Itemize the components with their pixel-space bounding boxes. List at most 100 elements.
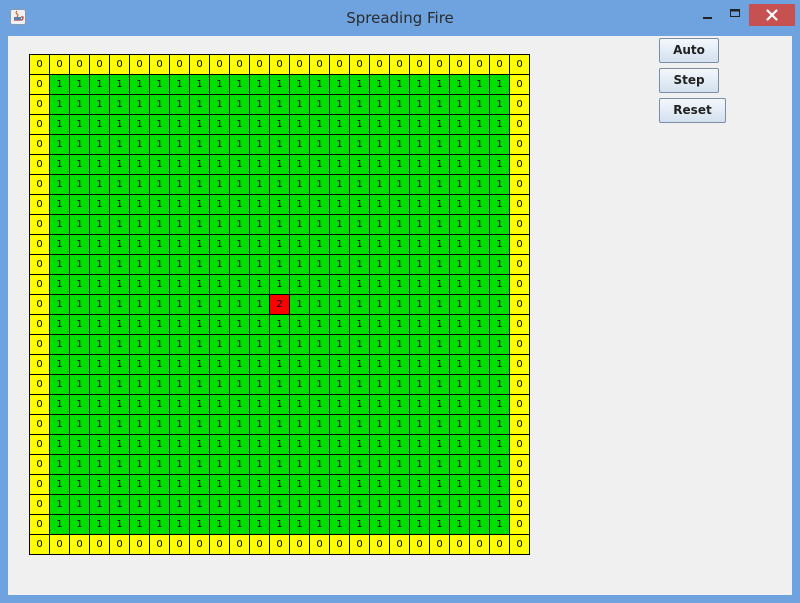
grid-cell-tree[interactable]: 1 bbox=[450, 455, 470, 475]
grid-cell-tree[interactable]: 1 bbox=[150, 135, 170, 155]
grid-cell-tree[interactable]: 1 bbox=[270, 375, 290, 395]
fire-grid[interactable]: 0000000000000000000000000011111111111111… bbox=[29, 54, 530, 555]
grid-cell-tree[interactable]: 1 bbox=[490, 395, 510, 415]
grid-cell-empty[interactable]: 0 bbox=[290, 535, 310, 555]
grid-cell-empty[interactable]: 0 bbox=[510, 315, 530, 335]
grid-cell-tree[interactable]: 1 bbox=[230, 315, 250, 335]
grid-cell-empty[interactable]: 0 bbox=[30, 235, 50, 255]
grid-cell-tree[interactable]: 1 bbox=[350, 175, 370, 195]
grid-cell-empty[interactable]: 0 bbox=[30, 435, 50, 455]
grid-cell-tree[interactable]: 1 bbox=[150, 495, 170, 515]
grid-cell-tree[interactable]: 1 bbox=[470, 395, 490, 415]
grid-cell-tree[interactable]: 1 bbox=[250, 255, 270, 275]
grid-cell-tree[interactable]: 1 bbox=[50, 375, 70, 395]
grid-cell-empty[interactable]: 0 bbox=[310, 55, 330, 75]
grid-cell-tree[interactable]: 1 bbox=[230, 115, 250, 135]
grid-cell-tree[interactable]: 1 bbox=[230, 95, 250, 115]
auto-button[interactable]: Auto bbox=[659, 38, 719, 63]
grid-cell-tree[interactable]: 1 bbox=[350, 115, 370, 135]
grid-cell-tree[interactable]: 1 bbox=[250, 95, 270, 115]
grid-cell-tree[interactable]: 1 bbox=[310, 115, 330, 135]
grid-cell-tree[interactable]: 1 bbox=[310, 215, 330, 235]
grid-cell-empty[interactable]: 0 bbox=[490, 55, 510, 75]
grid-cell-tree[interactable]: 1 bbox=[250, 315, 270, 335]
grid-cell-tree[interactable]: 1 bbox=[110, 435, 130, 455]
grid-cell-tree[interactable]: 1 bbox=[290, 355, 310, 375]
grid-cell-tree[interactable]: 1 bbox=[230, 215, 250, 235]
grid-cell-tree[interactable]: 1 bbox=[190, 115, 210, 135]
grid-cell-tree[interactable]: 1 bbox=[350, 155, 370, 175]
grid-cell-tree[interactable]: 1 bbox=[350, 355, 370, 375]
grid-cell-empty[interactable]: 0 bbox=[470, 535, 490, 555]
grid-cell-tree[interactable]: 1 bbox=[190, 475, 210, 495]
grid-cell-tree[interactable]: 1 bbox=[370, 495, 390, 515]
grid-cell-empty[interactable]: 0 bbox=[30, 175, 50, 195]
grid-cell-tree[interactable]: 1 bbox=[250, 295, 270, 315]
grid-cell-empty[interactable]: 0 bbox=[30, 355, 50, 375]
grid-cell-empty[interactable]: 0 bbox=[330, 55, 350, 75]
grid-cell-tree[interactable]: 1 bbox=[470, 175, 490, 195]
grid-cell-tree[interactable]: 1 bbox=[50, 415, 70, 435]
grid-cell-tree[interactable]: 1 bbox=[290, 135, 310, 155]
grid-cell-tree[interactable]: 1 bbox=[450, 115, 470, 135]
grid-cell-tree[interactable]: 1 bbox=[330, 95, 350, 115]
grid-cell-tree[interactable]: 1 bbox=[230, 355, 250, 375]
grid-cell-empty[interactable]: 0 bbox=[430, 535, 450, 555]
grid-cell-tree[interactable]: 1 bbox=[210, 75, 230, 95]
grid-cell-tree[interactable]: 1 bbox=[230, 495, 250, 515]
maximize-button[interactable] bbox=[724, 4, 746, 26]
grid-cell-empty[interactable]: 0 bbox=[510, 335, 530, 355]
reset-button[interactable]: Reset bbox=[659, 98, 726, 123]
grid-cell-tree[interactable]: 1 bbox=[50, 235, 70, 255]
grid-cell-tree[interactable]: 1 bbox=[490, 255, 510, 275]
grid-cell-tree[interactable]: 1 bbox=[250, 275, 270, 295]
grid-cell-tree[interactable]: 1 bbox=[410, 375, 430, 395]
grid-cell-tree[interactable]: 1 bbox=[290, 235, 310, 255]
grid-cell-tree[interactable]: 1 bbox=[350, 235, 370, 255]
grid-cell-tree[interactable]: 1 bbox=[210, 375, 230, 395]
grid-cell-tree[interactable]: 1 bbox=[470, 375, 490, 395]
grid-cell-tree[interactable]: 1 bbox=[230, 435, 250, 455]
grid-cell-empty[interactable]: 0 bbox=[430, 55, 450, 75]
grid-cell-tree[interactable]: 1 bbox=[290, 315, 310, 335]
grid-cell-tree[interactable]: 1 bbox=[350, 275, 370, 295]
grid-cell-tree[interactable]: 1 bbox=[150, 295, 170, 315]
grid-cell-tree[interactable]: 1 bbox=[110, 175, 130, 195]
grid-cell-tree[interactable]: 1 bbox=[130, 115, 150, 135]
grid-cell-tree[interactable]: 1 bbox=[110, 315, 130, 335]
grid-cell-empty[interactable]: 0 bbox=[230, 535, 250, 555]
grid-cell-tree[interactable]: 1 bbox=[130, 195, 150, 215]
grid-cell-tree[interactable]: 1 bbox=[390, 215, 410, 235]
grid-cell-tree[interactable]: 1 bbox=[290, 435, 310, 455]
grid-cell-empty[interactable]: 0 bbox=[30, 475, 50, 495]
grid-cell-tree[interactable]: 1 bbox=[310, 475, 330, 495]
grid-cell-tree[interactable]: 1 bbox=[210, 135, 230, 155]
grid-cell-tree[interactable]: 1 bbox=[150, 255, 170, 275]
grid-cell-tree[interactable]: 1 bbox=[70, 295, 90, 315]
grid-cell-tree[interactable]: 1 bbox=[70, 475, 90, 495]
grid-cell-tree[interactable]: 1 bbox=[170, 315, 190, 335]
grid-cell-tree[interactable]: 1 bbox=[350, 295, 370, 315]
grid-cell-tree[interactable]: 1 bbox=[250, 355, 270, 375]
grid-cell-tree[interactable]: 1 bbox=[150, 95, 170, 115]
grid-cell-tree[interactable]: 1 bbox=[150, 315, 170, 335]
grid-cell-tree[interactable]: 1 bbox=[230, 415, 250, 435]
grid-cell-empty[interactable]: 0 bbox=[130, 535, 150, 555]
grid-cell-tree[interactable]: 1 bbox=[390, 395, 410, 415]
grid-cell-tree[interactable]: 1 bbox=[150, 435, 170, 455]
grid-cell-tree[interactable]: 1 bbox=[150, 235, 170, 255]
grid-cell-tree[interactable]: 1 bbox=[70, 175, 90, 195]
grid-cell-tree[interactable]: 1 bbox=[270, 195, 290, 215]
grid-cell-empty[interactable]: 0 bbox=[510, 75, 530, 95]
grid-cell-tree[interactable]: 1 bbox=[390, 515, 410, 535]
grid-cell-empty[interactable]: 0 bbox=[390, 55, 410, 75]
grid-cell-tree[interactable]: 1 bbox=[190, 455, 210, 475]
grid-cell-tree[interactable]: 1 bbox=[170, 415, 190, 435]
grid-cell-tree[interactable]: 1 bbox=[90, 215, 110, 235]
grid-cell-empty[interactable]: 0 bbox=[510, 115, 530, 135]
grid-cell-tree[interactable]: 1 bbox=[290, 455, 310, 475]
grid-cell-tree[interactable]: 1 bbox=[110, 415, 130, 435]
grid-cell-tree[interactable]: 1 bbox=[370, 215, 390, 235]
grid-cell-empty[interactable]: 0 bbox=[190, 55, 210, 75]
grid-cell-tree[interactable]: 1 bbox=[210, 515, 230, 535]
